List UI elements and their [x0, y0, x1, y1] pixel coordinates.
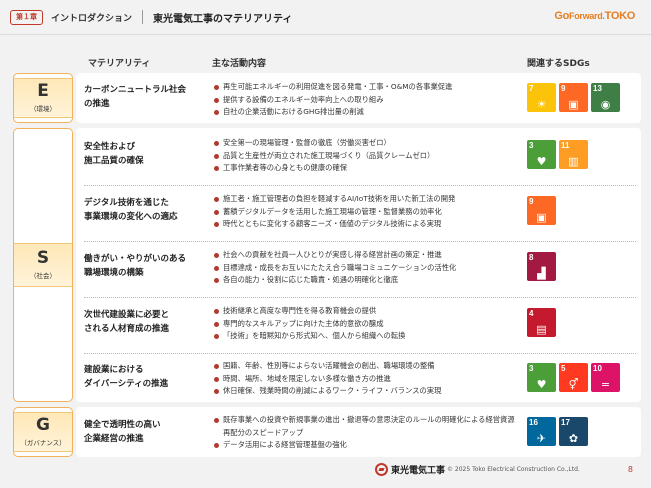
sdg-3-icon: 3 ♥: [527, 140, 556, 169]
row-divider: [84, 185, 636, 186]
activity-list: 施工者・施工管理者の負担を軽減するAI/IoT技術を用いた新工法の開発 蓄積デジ…: [212, 193, 522, 231]
section-name: イントロダクション: [51, 13, 133, 24]
sdg-icon-group: 3 ♥ 5 ⚥ 10 =: [527, 363, 620, 392]
sdg-4-icon: 4 ▤: [527, 308, 556, 337]
row-divider: [84, 297, 636, 298]
category-label: （社会）: [30, 272, 56, 280]
activity-item: 自社の企業活動におけるGHG排出量の削減: [212, 106, 522, 119]
sdg-icon-group: 16 ✈ 17 ✿: [527, 417, 588, 446]
column-header-sdgs: 関連するSDGs: [527, 59, 590, 69]
sdg-9-icon: 9 ▣: [559, 83, 588, 112]
activity-item: 目標達成・成長をお互いにたたえ合う職場コミュニケーションの活性化: [212, 262, 522, 275]
brand-logo: GoForward.TOKO: [554, 10, 635, 22]
activity-item: 提供する設備のエネルギー効率向上への取り組み: [212, 94, 522, 107]
row-divider: [84, 241, 636, 242]
copyright: © 2025 Toko Electrical Construction Co.,…: [447, 466, 580, 473]
sdg-8-icon: 8 ▟: [527, 252, 556, 281]
category-social: S （社会）: [13, 128, 73, 402]
activity-list: 既存事業への投資や新規事業の進出・撤退等の意思決定のルールの明確化による経営資源…: [212, 414, 517, 452]
activity-item: 「技術」を暗黙知から形式知へ、個人から組織への転換: [212, 330, 522, 343]
sdg-11-icon: 11 ▥: [559, 140, 588, 169]
materiality-theme: カーボンニュートラル社会 の推進: [84, 85, 187, 109]
sdg-icon-group: 7 ☀ 9 ▣ 13 ◉: [527, 83, 620, 112]
activity-item: 工事作業者等の心身ともの健康の確保: [212, 162, 522, 175]
activity-item: 社会への貢献を社員一人ひとりが実感し得る経営計画の策定・推進: [212, 249, 522, 262]
sdg-9-icon: 9 ▣: [527, 196, 556, 225]
sdg-icon-group: 3 ♥ 11 ▥: [527, 140, 588, 169]
category-letter: E: [37, 81, 49, 101]
header-rule: [0, 34, 651, 35]
materiality-theme: デジタル技術を通じた 事業環境の変化への適応: [84, 198, 178, 222]
sdg-3-icon: 3 ♥: [527, 363, 556, 392]
activity-item: 国籍、年齢、性別等によらない活躍機会の創出、職場環境の整備: [212, 360, 522, 373]
sdg-17-icon: 17 ✿: [559, 417, 588, 446]
sdg-7-icon: 7 ☀: [527, 83, 556, 112]
activity-item: 時代とともに変化する顧客ニーズ・価値のデジタル技術による実現: [212, 218, 522, 231]
page-number: 8: [627, 465, 633, 474]
category-letter: S: [36, 248, 50, 268]
activity-item: データ活用による経営管理基盤の強化: [212, 439, 517, 452]
header-divider: [142, 10, 144, 24]
category-letter: G: [36, 415, 50, 435]
materiality-theme: 健全で透明性の高い 企業経営の推進: [84, 420, 161, 444]
materiality-theme: 働きがい・やりがいのある 職場環境の構築: [84, 254, 187, 278]
activity-item: 専門的なスキルアップに向けた主体的意欲の醸成: [212, 318, 522, 331]
column-header-activities: 主な活動内容: [212, 59, 267, 69]
materiality-theme: 安全性および 施工品質の確保: [84, 142, 144, 166]
activity-list: 社会への貢献を社員一人ひとりが実感し得る経営計画の策定・推進 目標達成・成長をお…: [212, 249, 522, 287]
company-name: 東光電気工事: [391, 466, 446, 476]
sdg-10-icon: 10 =: [591, 363, 620, 392]
activity-item: 施工者・施工管理者の負担を軽減するAI/IoT技術を用いた新工法の開発: [212, 193, 522, 206]
page-title: 東光電気工事のマテリアリティ: [153, 13, 293, 25]
company-logo: 東光電気工事: [375, 463, 445, 476]
activity-item: 各自の能力・役割に応じた職責・処遇の明確化と徹底: [212, 274, 522, 287]
activity-item: 時間、場所、地域を限定しない多様な働き方の推進: [212, 373, 522, 386]
materiality-theme: 建設業における ダイバーシティの推進: [84, 365, 169, 389]
column-header-materiality: マテリアリティ: [88, 59, 151, 69]
activity-item: 技術継承と高度な専門性を得る教育機会の提供: [212, 305, 522, 318]
sdg-icon-group: 4 ▤: [527, 308, 556, 337]
sdg-icon-group: 8 ▟: [527, 252, 556, 281]
company-mark-icon: [375, 463, 388, 476]
activity-item: 品質と生産性が両立された施工現場づくり（品質クレームゼロ）: [212, 150, 522, 163]
activity-item: 休日確保、残業時間の削減によるワーク・ライフ・バランスの実現: [212, 385, 522, 398]
activity-item: 再生可能エネルギーの利用促進を図る発電・工事・O&Mの各事業促進: [212, 81, 522, 94]
activity-item: 安全第一の現場管理・監督の徹底（労働災害ゼロ）: [212, 137, 522, 150]
category-environment: E （環境）: [13, 73, 73, 123]
sdg-13-icon: 13 ◉: [591, 83, 620, 112]
activity-list: 国籍、年齢、性別等によらない活躍機会の創出、職場環境の整備 時間、場所、地域を限…: [212, 360, 522, 398]
category-governance: G （ガバナンス）: [13, 407, 73, 457]
sdg-16-icon: 16 ✈: [527, 417, 556, 446]
row-divider: [84, 353, 636, 354]
materiality-theme: 次世代建設業に必要と される人材育成の推進: [84, 310, 170, 334]
activity-list: 技術継承と高度な専門性を得る教育機会の提供 専門的なスキルアップに向けた主体的意…: [212, 305, 522, 343]
activity-item: 既存事業への投資や新規事業の進出・撤退等の意思決定のルールの明確化による経営資源…: [212, 414, 517, 439]
sdg-icon-group: 9 ▣: [527, 196, 556, 225]
activity-list: 安全第一の現場管理・監督の徹底（労働災害ゼロ） 品質と生産性が両立された施工現場…: [212, 137, 522, 175]
sdg-5-icon: 5 ⚥: [559, 363, 588, 392]
category-label: （環境）: [30, 105, 56, 113]
category-label: （ガバナンス）: [20, 439, 66, 447]
activity-list: 再生可能エネルギーの利用促進を図る発電・工事・O&Mの各事業促進 提供する設備の…: [212, 81, 522, 119]
activity-item: 蓄積デジタルデータを活用した施工現場の管理・監督業務の効率化: [212, 206, 522, 219]
chapter-badge: 第１章: [10, 9, 43, 25]
